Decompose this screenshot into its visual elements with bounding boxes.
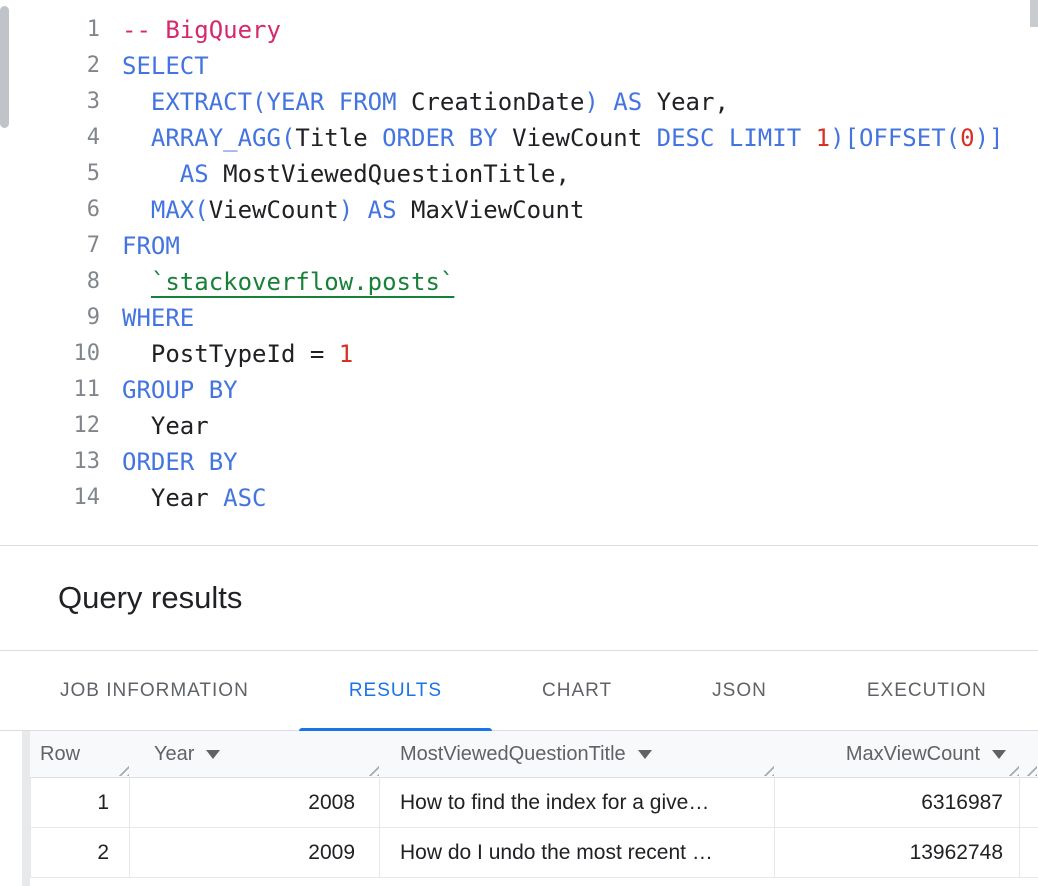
code-text[interactable]: GROUP BY xyxy=(100,372,238,408)
cell-mostviewedquestiontitle: How to find the index for a give… xyxy=(380,778,775,827)
line-number: 10 xyxy=(0,336,100,372)
column-header-row[interactable]: Row xyxy=(30,731,130,777)
cell-stub xyxy=(1020,828,1038,877)
line-number: 12 xyxy=(0,408,100,444)
line-number: 13 xyxy=(0,444,100,480)
code-line: 14 Year ASC xyxy=(0,480,1038,516)
line-number: 1 xyxy=(0,12,100,48)
code-text[interactable]: AS MostViewedQuestionTitle, xyxy=(100,156,570,192)
code-text[interactable]: ARRAY_AGG(Title ORDER BY ViewCount DESC … xyxy=(100,120,1003,156)
code-text[interactable]: SELECT xyxy=(100,48,209,84)
line-number: 7 xyxy=(0,228,100,264)
query-results-title: Query results xyxy=(58,580,242,616)
cell-row: 2 xyxy=(30,828,130,877)
code-line: 5 AS MostViewedQuestionTitle, xyxy=(0,156,1038,192)
code-text[interactable]: `stackoverflow.posts` xyxy=(100,264,454,300)
line-number: 8 xyxy=(0,264,100,300)
column-resize-grip[interactable] xyxy=(1006,763,1019,776)
results-table: Row Year MostViewedQuestionTitle MaxViewCou… xyxy=(30,731,1038,878)
code-line: 12 Year xyxy=(0,408,1038,444)
table-row: 12008How to find the index for a give…63… xyxy=(30,778,1038,828)
results-tabs: JOB INFORMATIONRESULTSCHARTJSONEXECUTION xyxy=(0,651,1038,731)
code-text[interactable]: PostTypeId = 1 xyxy=(100,336,353,372)
code-text[interactable]: MAX(ViewCount) AS MaxViewCount xyxy=(100,192,584,228)
code-line: 9WHERE xyxy=(0,300,1038,336)
cell-stub xyxy=(1020,778,1038,827)
tab-results[interactable]: RESULTS xyxy=(299,651,492,730)
cell-mostviewedquestiontitle: How do I undo the most recent … xyxy=(380,828,775,877)
column-dropdown-icon[interactable] xyxy=(992,750,1006,759)
tab-execution[interactable]: EXECUTION xyxy=(817,651,1037,730)
column-dropdown-icon[interactable] xyxy=(206,750,220,759)
line-number: 4 xyxy=(0,120,100,156)
line-number: 14 xyxy=(0,480,100,516)
code-line: 8 `stackoverflow.posts` xyxy=(0,264,1038,300)
query-results-section-header: Query results xyxy=(0,546,1038,651)
results-left-scrollbar[interactable] xyxy=(22,731,30,886)
tab-json[interactable]: JSON xyxy=(662,651,817,730)
code-text[interactable]: EXTRACT(YEAR FROM CreationDate) AS Year, xyxy=(100,84,729,120)
code-line: 10 PostTypeId = 1 xyxy=(0,336,1038,372)
column-header-stub xyxy=(1020,731,1038,777)
line-number: 11 xyxy=(0,372,100,408)
code-text[interactable]: Year ASC xyxy=(100,480,267,516)
code-line: 6 MAX(ViewCount) AS MaxViewCount xyxy=(0,192,1038,228)
table-row: 22009How do I undo the most recent …1396… xyxy=(30,828,1038,878)
sql-editor[interactable]: 1-- BigQuery2SELECT3 EXTRACT(YEAR FROM C… xyxy=(0,0,1038,546)
code-line: 7FROM xyxy=(0,228,1038,264)
code-line: 11GROUP BY xyxy=(0,372,1038,408)
editor-vertical-scrollbar-thumb[interactable] xyxy=(1030,0,1038,27)
cell-maxviewcount: 6316987 xyxy=(775,778,1020,827)
editor-left-scrollbar-thumb[interactable] xyxy=(0,6,9,128)
code-line: 1-- BigQuery xyxy=(0,12,1038,48)
cell-row: 1 xyxy=(30,778,130,827)
code-lines: 1-- BigQuery2SELECT3 EXTRACT(YEAR FROM C… xyxy=(0,12,1038,516)
code-line: 2SELECT xyxy=(0,48,1038,84)
code-text[interactable]: FROM xyxy=(100,228,180,264)
code-text[interactable]: Year xyxy=(100,408,209,444)
code-line: 3 EXTRACT(YEAR FROM CreationDate) AS Yea… xyxy=(0,84,1038,120)
cell-year: 2009 xyxy=(130,828,380,877)
column-label: MostViewedQuestionTitle xyxy=(400,743,626,766)
line-number: 5 xyxy=(0,156,100,192)
cell-year: 2008 xyxy=(130,778,380,827)
results-table-body: 12008How to find the index for a give…63… xyxy=(30,778,1038,878)
column-resize-grip[interactable] xyxy=(761,763,774,776)
column-resize-grip[interactable] xyxy=(116,763,129,776)
code-line: 4 ARRAY_AGG(Title ORDER BY ViewCount DES… xyxy=(0,120,1038,156)
column-label: MaxViewCount xyxy=(846,743,980,766)
column-resize-grip[interactable] xyxy=(1024,763,1037,776)
column-dropdown-icon[interactable] xyxy=(638,750,652,759)
line-number: 2 xyxy=(0,48,100,84)
column-header-year[interactable]: Year xyxy=(130,731,380,777)
column-header-maxviewcount[interactable]: MaxViewCount xyxy=(775,731,1020,777)
code-text[interactable]: ORDER BY xyxy=(100,444,238,480)
cell-maxviewcount: 13962748 xyxy=(775,828,1020,877)
column-label: Row xyxy=(40,743,80,766)
tab-job-information[interactable]: JOB INFORMATION xyxy=(10,651,299,730)
column-header-mostviewedquestiontitle[interactable]: MostViewedQuestionTitle xyxy=(380,731,775,777)
tab-chart[interactable]: CHART xyxy=(492,651,662,730)
code-text[interactable]: WHERE xyxy=(100,300,194,336)
code-text[interactable]: -- BigQuery xyxy=(100,12,281,48)
line-number: 3 xyxy=(0,84,100,120)
results-table-header: Row Year MostViewedQuestionTitle MaxViewCou… xyxy=(30,731,1038,778)
column-label: Year xyxy=(154,743,194,766)
code-line: 13ORDER BY xyxy=(0,444,1038,480)
line-number: 6 xyxy=(0,192,100,228)
line-number: 9 xyxy=(0,300,100,336)
column-resize-grip[interactable] xyxy=(366,763,379,776)
